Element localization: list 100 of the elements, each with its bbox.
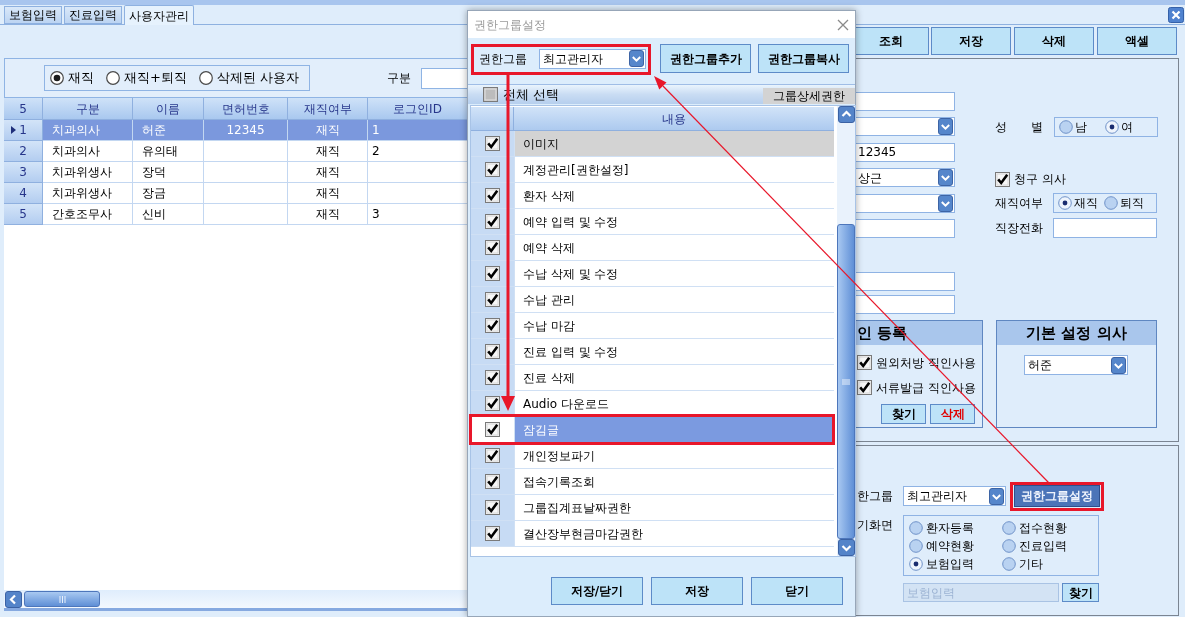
- checkbox[interactable]: [485, 370, 500, 385]
- permission-cell[interactable]: 결산장부현금마감권한: [514, 521, 834, 547]
- radio-button[interactable]: [1002, 556, 1016, 571]
- toolbar-button[interactable]: 저장: [931, 27, 1011, 55]
- radio-label: 보험입력: [926, 555, 974, 573]
- permission-cell[interactable]: 수납 관리: [514, 287, 834, 313]
- radio-button[interactable]: [1059, 120, 1073, 134]
- permission-cell[interactable]: 접속기록조회: [514, 469, 834, 495]
- scroll-down-button[interactable]: [837, 539, 855, 556]
- radio-label: 기타: [1019, 555, 1043, 573]
- permission-cell[interactable]: 그룹집계표날짜권한: [514, 495, 834, 521]
- scrollbar-thumb[interactable]: [24, 591, 100, 607]
- tab[interactable]: 사용자관리: [124, 5, 194, 25]
- radio-button[interactable]: [106, 71, 120, 85]
- column-header: [471, 107, 514, 131]
- column-header[interactable]: 이름: [133, 98, 204, 120]
- checkbox[interactable]: [485, 292, 500, 307]
- find-button[interactable]: 찾기: [1062, 583, 1099, 602]
- radio-button[interactable]: [1002, 538, 1016, 553]
- checkbox[interactable]: [485, 526, 500, 541]
- permission-cell[interactable]: 진료 삭제: [514, 365, 834, 391]
- tab[interactable]: 진료입력: [64, 6, 122, 24]
- checkbox[interactable]: [485, 422, 500, 437]
- dropdown[interactable]: 허준: [1024, 355, 1128, 376]
- close-icon[interactable]: [1168, 6, 1184, 23]
- radio-button[interactable]: [198, 71, 213, 85]
- permission-cell[interactable]: 진료 입력 및 수정: [514, 339, 834, 365]
- checkbox[interactable]: [485, 318, 500, 333]
- row-number: 4: [19, 185, 27, 202]
- group-title: 기본 설정 의사: [997, 321, 1156, 346]
- radio-button[interactable]: [1105, 120, 1119, 134]
- column-header[interactable]: 면허번호: [204, 98, 288, 120]
- radio-button[interactable]: [909, 520, 923, 535]
- column-header[interactable]: 로그인ID: [368, 98, 468, 120]
- section-label: 그룹상세권한: [763, 88, 855, 104]
- permission-cell[interactable]: 환자 삭제: [514, 183, 834, 209]
- checkbox[interactable]: [485, 344, 500, 359]
- close-icon[interactable]: [837, 18, 849, 31]
- checkbox[interactable]: [857, 355, 872, 371]
- permission-cell[interactable]: 개인정보파기: [514, 443, 834, 469]
- checkbox[interactable]: [485, 448, 500, 463]
- checkbox[interactable]: [485, 396, 500, 411]
- scroll-left-button[interactable]: [5, 590, 22, 608]
- permission-cell[interactable]: 계정관리[권한설정]: [514, 157, 834, 183]
- radio-button[interactable]: [50, 71, 64, 85]
- checkbox[interactable]: [485, 474, 500, 489]
- radio-button[interactable]: [1002, 520, 1016, 535]
- dialog-button[interactable]: 저장: [651, 577, 743, 605]
- toolbar-button[interactable]: 삭제: [1014, 27, 1094, 55]
- find-button[interactable]: 찾기: [881, 404, 926, 425]
- checkbox[interactable]: [485, 214, 500, 229]
- column-header[interactable]: 구분: [43, 98, 133, 120]
- radio-button[interactable]: [1104, 196, 1118, 210]
- radio-button[interactable]: [1058, 196, 1072, 210]
- permission-cell[interactable]: 수납 마감: [514, 313, 834, 339]
- chevron-down-icon: [1111, 356, 1126, 374]
- checkbox[interactable]: [485, 162, 500, 177]
- row-count: 5: [4, 98, 43, 120]
- chevron-down-icon: [938, 169, 953, 187]
- table-row[interactable]: 3 치과위생사 장덕 재직: [4, 162, 470, 183]
- table-row[interactable]: 2 치과의사 유의태 재직 2: [4, 141, 470, 162]
- checkbox[interactable]: [857, 380, 872, 396]
- checkbox[interactable]: [485, 240, 500, 255]
- delete-button[interactable]: 삭제: [930, 404, 975, 425]
- dialog-button[interactable]: 권한그룹추가: [660, 44, 751, 73]
- radio-button[interactable]: [909, 556, 923, 571]
- radio-label: 남: [1075, 119, 1087, 136]
- dialog-button[interactable]: 닫기: [751, 577, 843, 605]
- table-row[interactable]: 5 간호조무사 신비 재직 3: [4, 204, 470, 225]
- toolbar-button[interactable]: 액셀: [1097, 27, 1177, 55]
- table-cell: 간호조무사: [43, 204, 133, 225]
- checkbox[interactable]: [485, 136, 500, 151]
- checkbox[interactable]: [483, 87, 498, 102]
- scrollbar-thumb[interactable]: [837, 224, 855, 539]
- table-cell: 재직: [288, 204, 368, 225]
- radio-button[interactable]: [909, 538, 923, 553]
- table-row[interactable]: 1 치과의사 허준 12345 재직 1: [4, 120, 470, 141]
- checkbox[interactable]: [485, 266, 500, 281]
- permission-cell[interactable]: 수납 삭제 및 수정: [514, 261, 834, 287]
- permission-cell[interactable]: 이미지: [514, 131, 834, 157]
- input-field[interactable]: [421, 67, 469, 89]
- permission-cell[interactable]: 예약 삭제: [514, 235, 834, 261]
- tab[interactable]: 보험입력: [4, 6, 62, 24]
- checkbox[interactable]: [485, 188, 500, 203]
- radio-label: 재직: [68, 69, 94, 88]
- field-label: 성 별: [995, 119, 1044, 136]
- input-field[interactable]: [1053, 218, 1157, 238]
- dropdown[interactable]: 최고관리자: [903, 486, 1006, 506]
- dialog-button[interactable]: 권한그룹복사: [758, 44, 849, 73]
- settings-button[interactable]: 권한그룹설정: [1014, 485, 1100, 507]
- dropdown[interactable]: 최고관리자: [539, 48, 646, 69]
- column-header[interactable]: 재직여부: [288, 98, 368, 120]
- chevron-down-icon: [629, 50, 644, 67]
- column-header[interactable]: 내용: [514, 107, 834, 131]
- dialog-button[interactable]: 저장/닫기: [551, 577, 643, 605]
- checkbox[interactable]: [995, 171, 1010, 187]
- scroll-up-button[interactable]: [837, 106, 855, 123]
- checkbox[interactable]: [485, 500, 500, 515]
- table-row[interactable]: 4 치과위생사 장금 재직: [4, 183, 470, 204]
- permission-cell[interactable]: 예약 입력 및 수정: [514, 209, 834, 235]
